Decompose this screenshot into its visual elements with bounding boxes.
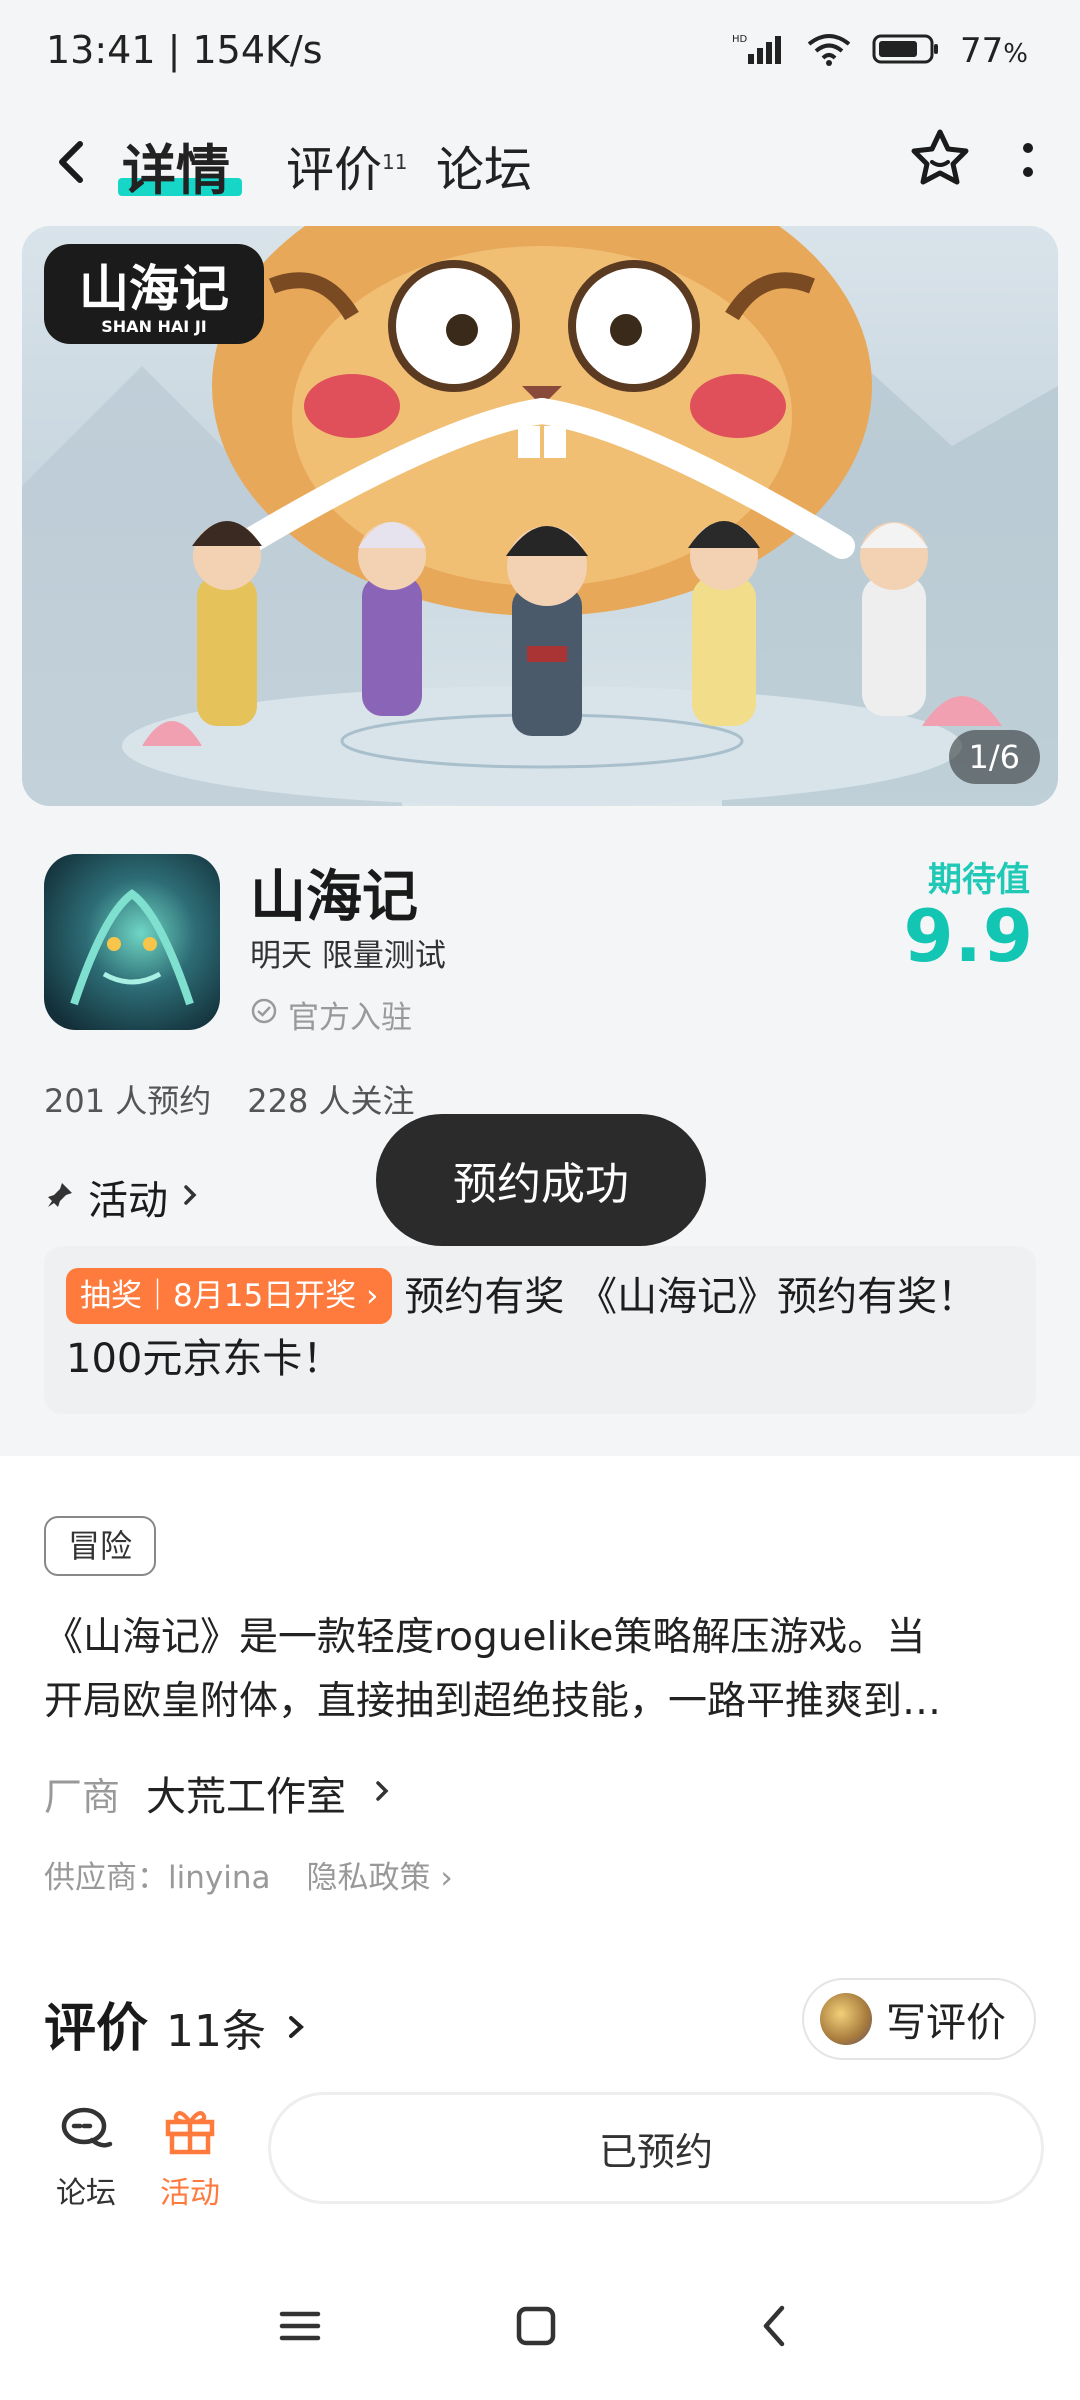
- expectation-score: 9.9: [903, 894, 1034, 978]
- battery-icon: [872, 33, 940, 69]
- svg-text:SHAN HAI JI: SHAN HAI JI: [101, 317, 206, 336]
- vendor-row[interactable]: 厂商 大荒工作室: [44, 1764, 394, 1822]
- tab-details[interactable]: 详情: [122, 126, 230, 205]
- avatar: [820, 1993, 872, 2045]
- pin-icon: [44, 1179, 76, 1215]
- supplier-text: 供应商：linyina: [44, 1860, 271, 1896]
- system-back-icon[interactable]: [746, 2296, 806, 2356]
- game-title: 山海记: [250, 865, 418, 930]
- vendor-name: 大荒工作室: [146, 1774, 347, 1820]
- activity-label: 活动: [88, 1178, 168, 1224]
- stats-row: 201 人预约 228 人关注: [44, 1076, 415, 1122]
- bottom-action-bar: 论坛 活动 已预约: [0, 2080, 1080, 2250]
- back-icon[interactable]: [50, 132, 94, 192]
- forum-label: 论坛: [56, 2176, 116, 2211]
- privacy-policy-label: 隐私政策: [306, 1860, 431, 1896]
- description-line-1: 《山海记》是一款轻度roguelike策略解压游戏。当: [44, 1615, 926, 1660]
- battery-percent: 77%: [960, 31, 1028, 71]
- genre-tag[interactable]: 冒险: [44, 1516, 157, 1576]
- description-line-2: 开局欧皇附体，直接抽到超绝技能，一路平推爽到…: [44, 1679, 942, 1724]
- screenshot-carousel[interactable]: 山海记 SHAN HAI JI 1/6: [22, 226, 1058, 806]
- status-icons: HD 77%: [732, 28, 1028, 74]
- tab-reviews[interactable]: 评价11: [286, 130, 407, 200]
- write-review-button[interactable]: 写评价: [802, 1978, 1036, 2060]
- tab-forum[interactable]: 论坛: [436, 130, 532, 200]
- chevron-right-icon: [284, 2008, 310, 2050]
- activity-header[interactable]: 活动: [44, 1168, 202, 1226]
- home-icon[interactable]: [506, 2296, 566, 2356]
- chat-icon: [58, 2104, 114, 2164]
- reservation-success-toast: 预约成功: [376, 1114, 706, 1246]
- follower-count: 228 人关注: [247, 1082, 415, 1120]
- lottery-tag-text: 抽奖｜8月15日开奖: [80, 1278, 357, 1314]
- more-icon[interactable]: [1016, 134, 1040, 188]
- reviews-count: 11条: [166, 2006, 267, 2057]
- chevron-right-icon: [372, 1775, 394, 1811]
- star-icon[interactable]: [908, 126, 972, 190]
- write-review-label: 写评价: [886, 2000, 1006, 2046]
- gift-icon: [162, 2104, 218, 2164]
- chevron-right-icon: [180, 1179, 202, 1215]
- release-info: 明天 限量测试: [250, 938, 446, 974]
- vendor-label: 厂商: [44, 1774, 121, 1819]
- game-app-icon: [44, 854, 220, 1030]
- carousel-counter: 1/6: [948, 730, 1040, 784]
- privacy-policy-link[interactable]: 隐私政策 ›: [306, 1852, 452, 1897]
- svg-text:山海记: 山海记: [79, 260, 229, 318]
- activity-card[interactable]: 抽奖｜8月15日开奖 › 预约有奖 《山海记》预约有奖！100元京东卡！: [44, 1246, 1036, 1414]
- reviews-header[interactable]: 评价 11条: [44, 1986, 310, 2061]
- signal-icon: HD: [732, 32, 786, 70]
- menu-icon[interactable]: [270, 2296, 330, 2356]
- reviews-title: 评价: [44, 1999, 149, 2059]
- reserved-button[interactable]: 已预约: [268, 2092, 1044, 2204]
- activity-content: 抽奖｜8月15日开奖 › 预约有奖 《山海记》预约有奖！100元京东卡！: [66, 1266, 1014, 1390]
- game-description[interactable]: 《山海记》是一款轻度roguelike策略解压游戏。当 开局欧皇附体，直接抽到超…: [44, 1606, 1040, 1734]
- status-time: 13:41 | 154K/s: [46, 28, 323, 72]
- activity-tab-button[interactable]: 活动: [150, 2104, 230, 2212]
- game-logo: 山海记 SHAN HAI JI: [44, 244, 264, 344]
- activity-tab-label: 活动: [160, 2176, 220, 2211]
- system-navigation-bar: [0, 2250, 1080, 2400]
- tab-reviews-label: 评价: [286, 142, 383, 198]
- supplier-row: 供应商：linyina 隐私政策 ›: [44, 1852, 453, 1897]
- svg-text:HD: HD: [732, 34, 748, 45]
- reservation-count: 201 人预约: [44, 1082, 212, 1120]
- status-bar: 13:41 | 154K/s HD 77%: [0, 0, 1080, 100]
- official-label: 官方入驻: [288, 1000, 412, 1036]
- top-nav: 详情 评价11 论坛: [0, 112, 1080, 212]
- official-badge: 官方入驻: [250, 992, 412, 1037]
- forum-button[interactable]: 论坛: [46, 2104, 126, 2212]
- lottery-tag[interactable]: 抽奖｜8月15日开奖 ›: [66, 1268, 393, 1324]
- wifi-icon: [806, 32, 852, 70]
- check-circle-icon: [250, 997, 278, 1033]
- tab-reviews-badge: 11: [382, 150, 408, 174]
